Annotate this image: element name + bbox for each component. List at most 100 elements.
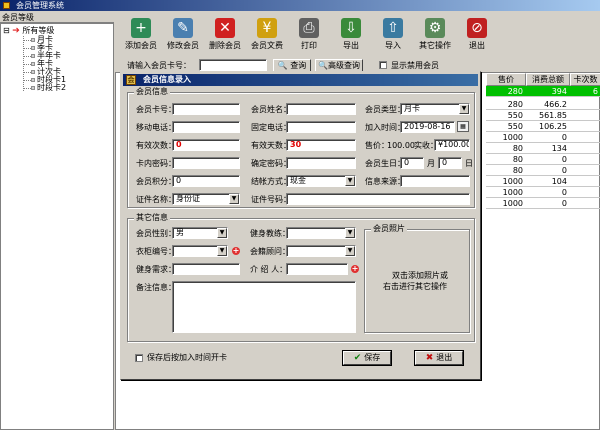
grid-row[interactable]: 1000 0 <box>486 132 600 143</box>
paid-input[interactable]: ¥100.00 <box>434 139 470 151</box>
chevron-down-icon[interactable]: ▼ <box>217 228 227 238</box>
search-icon: 🔍 <box>318 61 328 70</box>
grid-row[interactable]: 1000 104 <box>486 176 600 187</box>
grid-cell <box>570 154 600 165</box>
toolbar-button-0[interactable]: + 添加会员 <box>119 12 163 56</box>
gender-label: 会员性别： <box>136 229 176 238</box>
toolbar-button-6[interactable]: ⇧ 导入 <box>371 12 415 56</box>
toolbar-button-4[interactable]: ⎙ 打印 <box>287 12 331 56</box>
toolbar-button-5[interactable]: ⇩ 导出 <box>329 12 373 56</box>
chevron-down-icon[interactable]: ▼ <box>217 246 227 256</box>
id-number-input[interactable] <box>286 193 470 205</box>
grid-row-selected[interactable]: 280 394 6 <box>486 86 600 97</box>
toolbar-button-2[interactable]: ✕ 删除会员 <box>203 12 247 56</box>
points-input[interactable]: 0 <box>172 175 240 187</box>
grid-row[interactable]: 280 466.2 <box>486 99 600 110</box>
add-locker-icon[interactable]: + <box>232 247 240 255</box>
calendar-icon[interactable]: ▦ <box>457 121 469 132</box>
valid-count-input[interactable]: 0 <box>172 139 240 151</box>
card-no-input[interactable] <box>172 103 240 115</box>
tree-root[interactable]: ⊟ ➔ 所有等级 <box>3 26 54 36</box>
grid-row[interactable]: 80 134 <box>486 143 600 154</box>
notes-label: 备注信息： <box>136 283 176 292</box>
card-search-input[interactable] <box>199 59 267 71</box>
name-input[interactable] <box>286 103 356 115</box>
grid-cell: 1000 <box>502 177 523 186</box>
member-info-group: 会员信息 会员卡号： 会员姓名： 会员类型： 月卡 ▼ 移动电话： 固定电话： … <box>127 87 475 208</box>
tree-leaf-icon <box>31 53 35 58</box>
collapse-icon[interactable]: ⊟ <box>3 26 10 35</box>
advisor-select[interactable]: ▼ <box>286 245 356 257</box>
valid-days-label: 有效天数： <box>251 141 291 150</box>
grid-cell: 6 <box>592 87 598 96</box>
grid-cell <box>570 99 600 110</box>
notes-textarea[interactable] <box>172 281 356 333</box>
name-label: 会员姓名： <box>251 105 291 114</box>
grid-column-header[interactable]: 消费总额 <box>526 73 570 86</box>
tree-item[interactable]: 时段卡2 <box>31 84 66 92</box>
photo-hint-line2: 右击进行其它操作 <box>383 282 447 291</box>
gender-select[interactable]: 男 ▼ <box>172 227 228 239</box>
grid-row[interactable]: 550 561.85 <box>486 110 600 121</box>
birth-month-input[interactable]: 0 <box>400 157 424 169</box>
exit-icon: ⊘ <box>467 18 487 38</box>
mobile-input[interactable] <box>172 121 240 133</box>
grid-cell: 0 <box>561 133 567 142</box>
grid-row[interactable]: 80 0 <box>486 165 600 176</box>
phone-input[interactable] <box>286 121 356 133</box>
toolbar-button-3[interactable]: ¥ 会员文费 <box>245 12 289 56</box>
grid-row[interactable]: 1000 0 <box>486 187 600 198</box>
id-type-select[interactable]: 身份证 ▼ <box>172 193 240 205</box>
photo-group[interactable]: 会员照片 双击添加照片或 右击进行其它操作 <box>364 224 470 333</box>
chevron-down-icon[interactable]: ▼ <box>229 194 239 204</box>
other-ops-icon: ⚙ <box>425 18 445 38</box>
source-input[interactable] <box>400 175 470 187</box>
birth-day-input[interactable]: 0 <box>438 157 462 169</box>
join-date-input[interactable]: 2019-08-16 <box>400 121 455 133</box>
member-level-tree[interactable]: ⊟ ➔ 所有等级 月卡 季卡 半年卡 年卡 计次卡 时段卡1 时段卡2 <box>0 23 114 430</box>
chevron-down-icon[interactable]: ▼ <box>459 104 469 114</box>
show-disabled-label: 显示禁用会员 <box>391 61 439 70</box>
referrer-input[interactable] <box>286 263 348 275</box>
mobile-label: 移动电话： <box>136 123 176 132</box>
locker-select[interactable]: ▼ <box>172 245 228 257</box>
exit-button[interactable]: ✖ 退出 <box>415 351 463 365</box>
coach-select[interactable]: ▼ <box>286 227 356 239</box>
points-label: 会员积分： <box>136 177 176 186</box>
grid-cell <box>570 165 600 176</box>
chevron-down-icon[interactable]: ▼ <box>345 246 355 256</box>
toolbar-button-label: 添加会员 <box>125 41 157 50</box>
grid-cell: 550 <box>507 122 523 131</box>
save-open-card-checkbox[interactable] <box>135 354 143 362</box>
advisor-label: 会籍顾问： <box>250 247 290 256</box>
payment-select[interactable]: 现金 ▼ <box>286 175 356 187</box>
grid-row[interactable]: 1000 0 <box>486 198 600 209</box>
confirm-password-input[interactable] <box>286 157 356 169</box>
show-disabled-checkbox[interactable] <box>379 61 387 69</box>
valid-days-input[interactable]: 30 <box>286 139 356 151</box>
needs-label: 健身需求： <box>136 265 176 274</box>
save-button[interactable]: ✔ 保存 <box>343 351 391 365</box>
grid-cell: 0 <box>561 188 567 197</box>
toolbar-button-7[interactable]: ⚙ 其它操作 <box>413 12 457 56</box>
referrer-label: 介 绍 人： <box>250 265 288 274</box>
grid-column-header[interactable]: 售价 <box>486 73 526 86</box>
type-select[interactable]: 月卡 ▼ <box>400 103 470 115</box>
grid-cell: 561.85 <box>539 111 567 120</box>
card-password-input[interactable] <box>172 157 240 169</box>
toolbar-button-label: 删除会员 <box>209 41 241 50</box>
dialog-title-bar[interactable]: 会 会员信息录入 <box>123 74 478 86</box>
toolbar-button-label: 导入 <box>385 41 401 50</box>
grid-cell <box>570 198 600 209</box>
grid-row[interactable]: 550 106.25 <box>486 121 600 132</box>
add-referrer-icon[interactable]: + <box>351 265 359 273</box>
grid-column-header[interactable]: 卡次数 <box>570 73 600 86</box>
grid-row[interactable]: 80 0 <box>486 154 600 165</box>
toolbar-button-8[interactable]: ⊘ 退出 <box>455 12 499 56</box>
toolbar-button-1[interactable]: ✎ 修改会员 <box>161 12 205 56</box>
grid-cell: 80 <box>512 155 523 164</box>
grid-cell: 0 <box>561 199 567 208</box>
chevron-down-icon[interactable]: ▼ <box>345 176 355 186</box>
chevron-down-icon[interactable]: ▼ <box>345 228 355 238</box>
needs-input[interactable] <box>172 263 240 275</box>
